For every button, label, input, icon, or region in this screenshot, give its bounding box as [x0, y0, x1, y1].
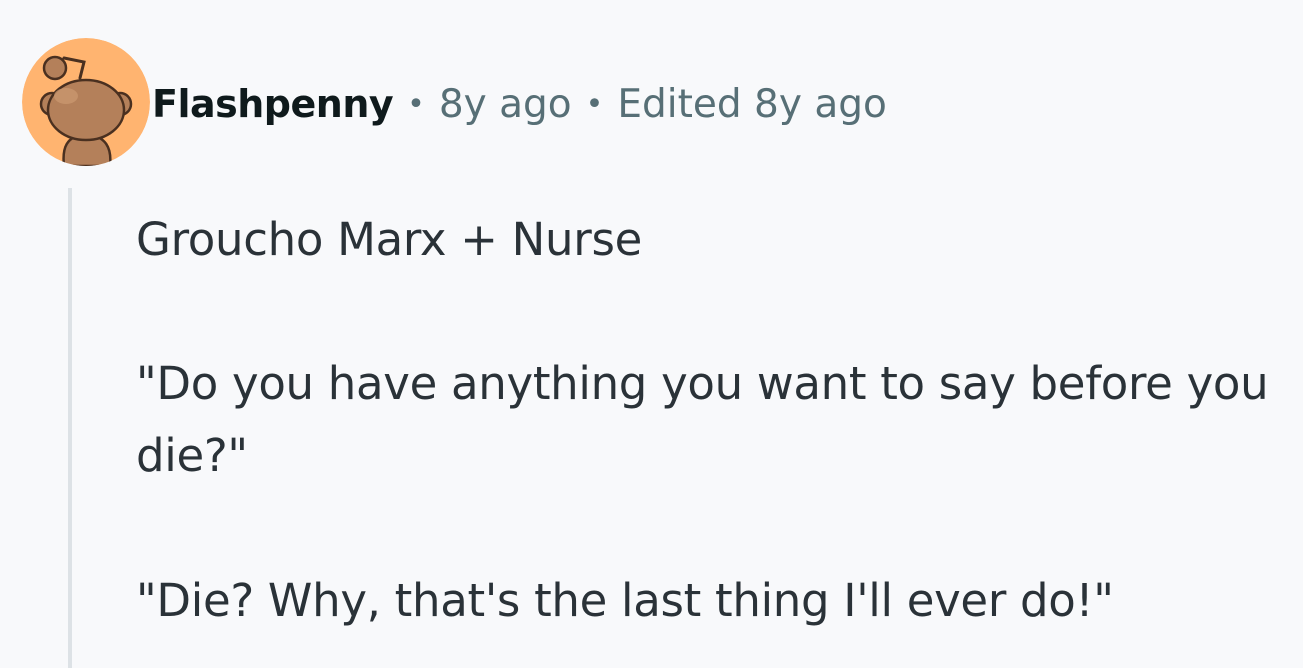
- comment-header: Flashpenny • 8y ago • Edited 8y ago: [152, 76, 887, 132]
- comment: Flashpenny • 8y ago • Edited 8y ago Grou…: [0, 0, 1303, 668]
- reddit-snoo-avatar-icon: [22, 38, 150, 166]
- user-avatar[interactable]: [22, 38, 150, 166]
- comment-paragraph: Groucho Marx + Nurse: [136, 213, 642, 266]
- separator-dot: •: [585, 86, 604, 122]
- edited-label: Edited 8y ago: [617, 81, 887, 127]
- comment-paragraph: "Do you have anything you want to say be…: [136, 357, 1269, 482]
- comment-paragraph: "Die? Why, that's the last thing I'll ev…: [136, 574, 1114, 627]
- author-username[interactable]: Flashpenny: [152, 82, 394, 126]
- timestamp[interactable]: 8y ago: [439, 82, 572, 127]
- thread-collapse-line[interactable]: [68, 188, 72, 668]
- separator-dot: •: [407, 86, 425, 122]
